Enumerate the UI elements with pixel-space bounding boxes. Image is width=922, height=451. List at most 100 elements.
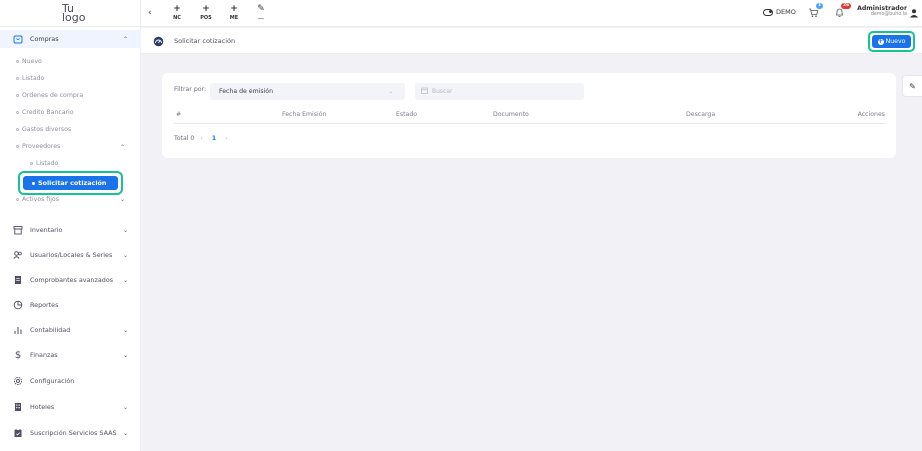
sidebar-item-finanzas[interactable]: $ Finanzas ⌄: [0, 346, 141, 364]
quick-new-me-button[interactable]: + ME: [225, 4, 243, 22]
submenu-item-label: Solicitar cotización: [38, 179, 107, 187]
calendar-icon: [10, 428, 26, 438]
sidebar-item-label: Usuarios/Locales & Series: [30, 251, 113, 259]
chevron-down-icon: ⌄: [122, 226, 128, 234]
quick-new-pos-button[interactable]: + POS: [197, 4, 215, 22]
demo-toggle[interactable]: DEMO: [763, 8, 796, 16]
sidebar-item-reportes[interactable]: Reportes: [0, 296, 141, 314]
search-input[interactable]: Buscar: [415, 83, 584, 100]
submenu-item-solicitar-cotizacion[interactable]: Solicitar cotización: [23, 176, 118, 190]
sidebar-item-hoteles[interactable]: Hoteles ⌄: [0, 398, 141, 416]
submenu-item-gastos[interactable]: Gastos diversos: [16, 126, 71, 133]
chevron-down-icon: ⌄: [388, 88, 393, 95]
chevron-down-icon: ⌄: [122, 326, 128, 334]
chevron-up-icon: ⌃: [119, 144, 125, 151]
quick-button-label: ...: [258, 15, 264, 21]
notifications-button[interactable]: 26: [834, 3, 852, 20]
calendar-icon: [421, 87, 428, 96]
submenu-item-proveedores[interactable]: Proveedores: [16, 143, 60, 150]
sidebar-item-label: Comprobantes avanzados: [30, 276, 114, 284]
sidebar-item-compras[interactable]: Compras ⌃: [0, 30, 141, 48]
quick-new-nc-button[interactable]: + NC: [168, 5, 186, 22]
selected-item-highlight: Solicitar cotización: [18, 171, 123, 195]
user-name: Administrador: [857, 5, 907, 12]
quick-edit-button[interactable]: ✎ ...: [252, 4, 270, 22]
user-menu[interactable]: Administrador demo@buho.la: [857, 5, 907, 17]
pagination: Total 0 ‹ 1 ›: [174, 135, 234, 142]
submenu-item-label: Credito Bancario: [22, 109, 74, 116]
submenu-item-credito[interactable]: Credito Bancario: [16, 109, 74, 116]
dollar-icon: $: [14, 349, 22, 361]
quick-button-label: NC: [173, 15, 181, 21]
chevron-left-icon[interactable]: ‹: [200, 135, 202, 142]
submenu-item-nuevo[interactable]: Nuevo: [16, 58, 42, 65]
page-header: Solicitar cotización + Nuevo: [141, 28, 922, 54]
submenu-item-label: Nuevo: [22, 58, 42, 65]
chevron-left-icon[interactable]: ‹: [148, 8, 152, 18]
pencil-icon: ✎: [257, 4, 265, 14]
sidebar-item-label: Reportes: [30, 301, 59, 309]
plus-circle-icon: +: [877, 37, 884, 45]
submenu-item-label: Proveedores: [22, 143, 61, 150]
building-icon: [10, 402, 26, 412]
circle-icon: [16, 111, 19, 114]
archive-icon: [10, 225, 26, 235]
filter-select[interactable]: Fecha de emisión ⌄: [210, 83, 405, 100]
plus-icon: +: [230, 4, 238, 14]
chevron-down-icon: ⌄: [122, 351, 128, 359]
sidebar-item-label: Compras: [30, 35, 59, 43]
sidebar-item-configuracion[interactable]: Configuración: [0, 372, 141, 390]
submenu-item-ordenes[interactable]: Ordenes de compra: [16, 92, 83, 99]
results-card: Filtrar por: Fecha de emisión ⌄ Buscar #…: [162, 73, 896, 158]
filter-select-value: Fecha de emisión: [219, 88, 274, 95]
cart-button[interactable]: 1: [808, 3, 824, 20]
cart-badge: 1: [816, 3, 824, 9]
pencil-icon: ✎: [909, 81, 916, 91]
sidebar-item-label: Inventario: [30, 226, 63, 234]
logo[interactable]: Tu logo: [0, 0, 141, 27]
filter-label: Filtrar por:: [174, 86, 207, 93]
sidebar-item-comprobantes[interactable]: Comprobantes avanzados ⌄: [0, 271, 141, 289]
user-email: demo@buho.la: [870, 12, 907, 17]
sidebar-item-usuarios[interactable]: Usuarios/Locales & Series ⌄: [0, 246, 141, 264]
sidebar-item-label: Suscripción Servicios SAAS: [30, 429, 117, 437]
logo-line-2: logo: [62, 11, 86, 24]
quick-button-label: POS: [200, 15, 212, 21]
sidebar-item-inventario[interactable]: Inventario ⌄: [0, 221, 141, 239]
edit-panel-toggle[interactable]: ✎: [902, 75, 922, 97]
chevron-down-icon: ⌄: [119, 196, 125, 203]
circle-icon: [16, 198, 19, 201]
new-button[interactable]: + Nuevo: [872, 35, 911, 48]
new-button-highlight: + Nuevo: [868, 31, 915, 52]
sidebar-item-suscripcion[interactable]: Suscripción Servicios SAAS ⌄: [0, 424, 141, 442]
submenu-item-label: Listado: [36, 160, 59, 167]
submenu-item-label: Listado: [22, 75, 45, 82]
dot-icon: [32, 181, 35, 185]
submenu-item-label: Gastos diversos: [22, 126, 72, 133]
sidebar-item-contabilidad[interactable]: Contabilidad ⌄: [0, 321, 141, 339]
total-count: Total 0: [174, 135, 195, 142]
submenu-item-listado[interactable]: Listado: [16, 75, 44, 82]
quick-button-label: ME: [229, 15, 239, 21]
topbar: ‹ + NC + POS + ME ✎ ... DEMO 1 26 Admini…: [141, 0, 922, 27]
gear-icon: [10, 376, 26, 386]
bar-chart-icon: [10, 325, 26, 335]
chevron-right-icon[interactable]: ›: [225, 135, 227, 142]
notification-badge: 26: [841, 3, 852, 9]
demo-label: DEMO: [776, 8, 796, 16]
submenu-item-activos-fijos[interactable]: Activos fijos: [16, 196, 59, 203]
submenu-item-proveedores-listado[interactable]: Listado: [30, 160, 58, 167]
sidebar-item-label: Configuración: [30, 377, 75, 385]
column-header-descarga: Descarga: [686, 111, 716, 118]
page-number[interactable]: 1: [212, 135, 216, 142]
user-icon[interactable]: [909, 8, 919, 20]
column-header-estado: Estado: [396, 111, 418, 118]
circle-icon: [16, 60, 19, 63]
toggle-icon: [763, 8, 773, 16]
chevron-down-icon: ⌄: [122, 403, 128, 411]
page-title: Solicitar cotización: [174, 37, 236, 45]
dashboard-icon: [153, 36, 164, 49]
sidebar: Tu logo Compras ⌃ Nuevo Listado Ordenes …: [0, 0, 141, 451]
plus-icon: +: [202, 4, 210, 14]
circle-icon: [16, 128, 19, 131]
